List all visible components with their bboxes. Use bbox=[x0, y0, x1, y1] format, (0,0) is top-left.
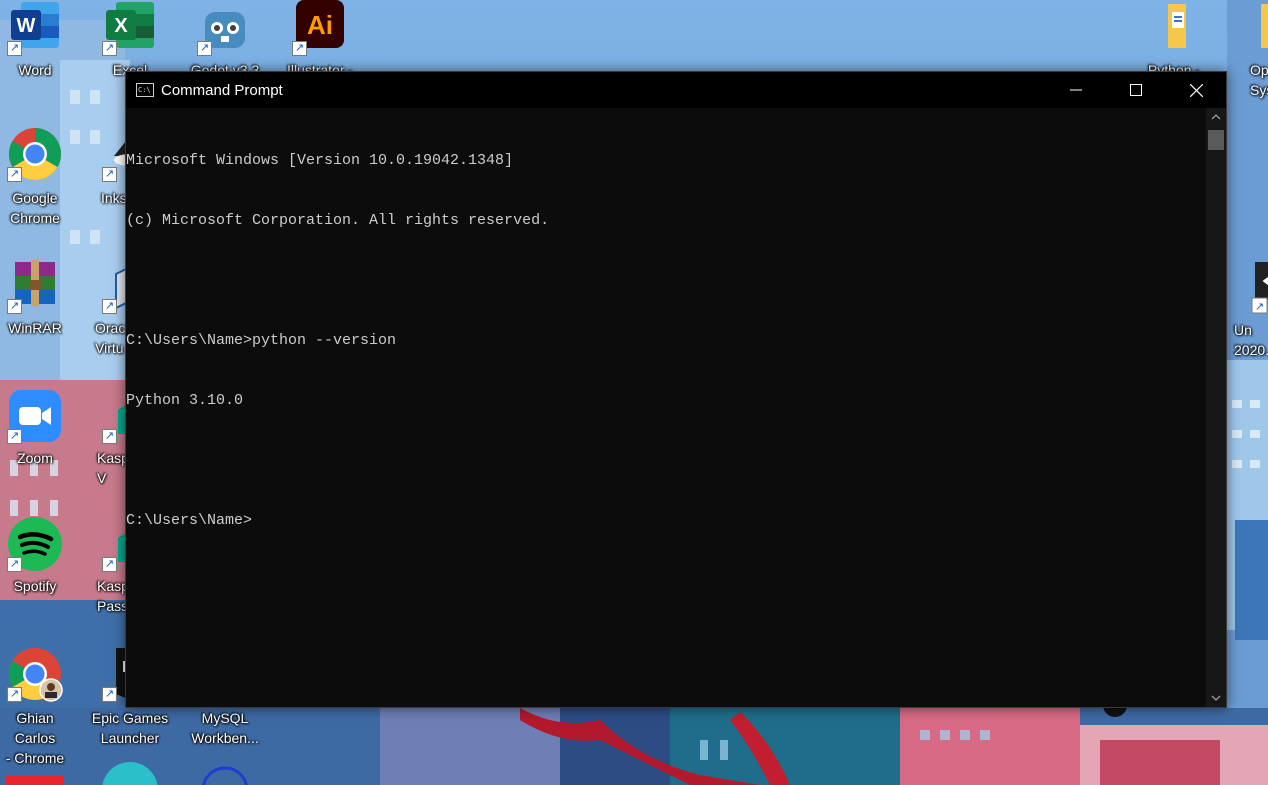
desktop-icon-mysql-workbench[interactable]: MySQL Workben... bbox=[186, 708, 264, 748]
desktop-icon-godot[interactable]: ↗ Godot v3.3 bbox=[186, 0, 264, 80]
shortcut-arrow-icon: ↗ bbox=[7, 687, 22, 702]
console-line: Microsoft Windows [Version 10.0.19042.13… bbox=[126, 152, 514, 169]
maximize-icon bbox=[1130, 84, 1142, 96]
desktop-icon-label: Word bbox=[18, 62, 52, 78]
svg-text:X: X bbox=[114, 15, 128, 37]
maximize-button[interactable] bbox=[1106, 72, 1166, 108]
desktop-icon-word[interactable]: W ↗ Word bbox=[0, 0, 74, 80]
minimize-button[interactable] bbox=[1046, 72, 1106, 108]
spotify-icon: ↗ bbox=[7, 516, 63, 572]
shortcut-arrow-icon: ↗ bbox=[7, 167, 22, 182]
desktop-icon-label: Un 2020. bbox=[1234, 322, 1268, 358]
zoom-icon: ↗ bbox=[7, 388, 63, 444]
desktop-icon-winrar[interactable]: ↗ WinRAR bbox=[0, 258, 74, 338]
desktop-icon-operating-systems-folder[interactable]: Oper Syste bbox=[1222, 0, 1268, 100]
shortcut-arrow-icon: ↗ bbox=[7, 557, 22, 572]
excel-icon: X ↗ bbox=[102, 0, 158, 56]
desktop-icon-zoom[interactable]: ↗ Zoom bbox=[0, 388, 74, 468]
shortcut-arrow-icon: ↗ bbox=[102, 429, 117, 444]
godot-icon: ↗ bbox=[197, 0, 253, 56]
minimize-icon bbox=[1070, 89, 1082, 91]
console-line: (c) Microsoft Corporation. All rights re… bbox=[126, 212, 550, 229]
chrome-profile-icon: ↗ bbox=[7, 646, 63, 702]
svg-text:W: W bbox=[17, 15, 36, 37]
console-output[interactable]: Microsoft Windows [Version 10.0.19042.13… bbox=[126, 108, 1206, 707]
shortcut-arrow-icon: ↗ bbox=[7, 299, 22, 314]
svg-text:Ai: Ai bbox=[307, 10, 333, 40]
console-prompt-line[interactable]: C:\Users\Name> bbox=[126, 511, 1206, 531]
unity-icon: ↗ bbox=[1233, 258, 1268, 314]
desktop-icon-excel[interactable]: X ↗ Excel bbox=[91, 0, 169, 80]
shortcut-arrow-icon: ↗ bbox=[7, 41, 22, 56]
shortcut-arrow-icon: ↗ bbox=[7, 429, 22, 444]
command-prompt-icon: C:\ bbox=[136, 83, 154, 97]
shortcut-arrow-icon: ↗ bbox=[102, 299, 117, 314]
scroll-thumb[interactable] bbox=[1208, 130, 1224, 150]
console-line: C:\Users\Name>python --version bbox=[126, 332, 397, 349]
word-icon: W ↗ bbox=[7, 0, 63, 56]
desktop-icon-label: WinRAR bbox=[8, 320, 62, 336]
window-title: Command Prompt bbox=[161, 81, 283, 99]
title-bar[interactable]: C:\ Command Prompt bbox=[126, 72, 1226, 108]
scroll-up-button[interactable] bbox=[1206, 108, 1226, 126]
command-prompt-window[interactable]: C:\ Command Prompt Microsoft Windows [Ve… bbox=[125, 71, 1227, 708]
console-line: Python 3.10.0 bbox=[126, 392, 244, 409]
shortcut-arrow-icon: ↗ bbox=[102, 167, 117, 182]
close-icon bbox=[1189, 83, 1203, 97]
desktop-icon-label: MySQL Workben... bbox=[191, 710, 259, 746]
desktop-icon-label: Ghian Carlos - Chrome bbox=[5, 710, 65, 766]
desktop-icon-chrome-profile[interactable]: ↗ Ghian Carlos - Chrome bbox=[0, 646, 74, 768]
shortcut-arrow-icon: ↗ bbox=[102, 41, 117, 56]
svg-text:↗: ↗ bbox=[1255, 300, 1264, 313]
chrome-icon: ↗ bbox=[7, 126, 63, 182]
desktop-icon-google-chrome[interactable]: ↗ Google Chrome bbox=[0, 126, 74, 228]
vertical-scrollbar[interactable] bbox=[1206, 108, 1226, 707]
chevron-down-icon bbox=[1211, 695, 1221, 701]
desktop-icon-label: Epic Games Launcher bbox=[91, 710, 169, 746]
desktop-icon-label: Oper Syste bbox=[1250, 62, 1268, 98]
shortcut-arrow-icon: ↗ bbox=[197, 41, 212, 56]
desktop-icon-illustrator[interactable]: Ai ↗ Illustrator - bbox=[281, 0, 359, 80]
shortcut-arrow-icon: ↗ bbox=[102, 557, 117, 572]
desktop-icon-spotify[interactable]: ↗ Spotify bbox=[0, 516, 74, 596]
desktop-icon-unity[interactable]: ↗ Un 2020. bbox=[1222, 258, 1268, 360]
desktop-icon-python-folder[interactable]: Python - bbox=[1135, 0, 1213, 80]
folder-icon bbox=[1146, 0, 1202, 56]
shortcut-arrow-icon: ↗ bbox=[102, 687, 117, 702]
winrar-icon: ↗ bbox=[7, 258, 63, 314]
desktop-icon-label: Spotify bbox=[13, 578, 57, 594]
folder-icon bbox=[1233, 0, 1268, 56]
scroll-down-button[interactable] bbox=[1206, 689, 1226, 707]
chevron-up-icon bbox=[1211, 114, 1221, 120]
illustrator-icon: Ai ↗ bbox=[292, 0, 348, 56]
shortcut-arrow-icon: ↗ bbox=[292, 41, 307, 56]
close-button[interactable] bbox=[1166, 72, 1226, 108]
desktop-icon-label: Google Chrome bbox=[10, 190, 60, 226]
desktop-icon-label: Zoom bbox=[17, 450, 53, 466]
